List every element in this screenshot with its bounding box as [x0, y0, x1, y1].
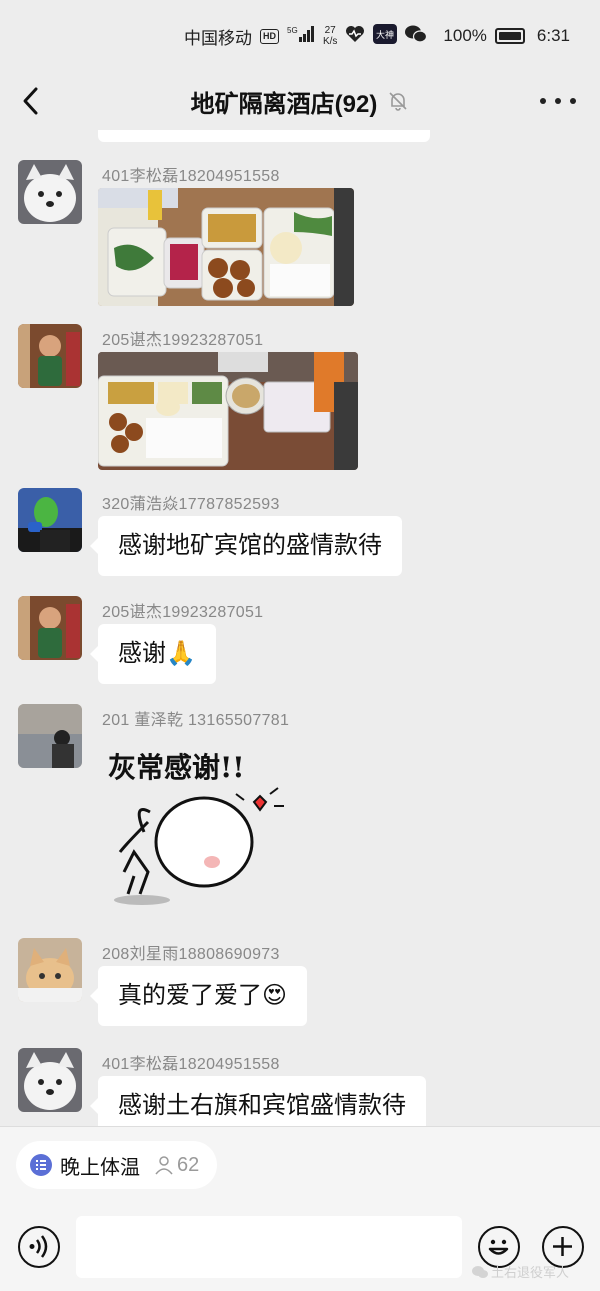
seaside-person-avatar[interactable]: [18, 704, 82, 768]
plus-icon: [553, 1237, 572, 1256]
previous-message-bubble: [98, 130, 430, 142]
carrier-label: 中国移动: [183, 28, 252, 48]
nav-bar: 地矿隔离酒店(92): [0, 72, 600, 130]
text-bubble[interactable]: 感谢🙏: [90, 624, 216, 684]
participant-count: 62: [154, 1154, 199, 1177]
cat-avatar[interactable]: [18, 938, 82, 1002]
blob-character-icon: [114, 787, 284, 905]
group-notice-chip[interactable]: 晚上体温 62: [16, 1141, 218, 1189]
dot-icon: [570, 98, 576, 104]
health-heart-icon: [345, 25, 365, 48]
text-bubble[interactable]: 感谢土右旗和宾馆盛情款待: [90, 1076, 426, 1126]
thankful-sticker[interactable]: 灰常感谢!!: [104, 742, 294, 912]
sender-name: 205谌杰19923287051: [102, 332, 264, 349]
more-options-button[interactable]: [540, 84, 576, 118]
hd-badge: HD: [259, 28, 279, 44]
food-photo-image[interactable]: [98, 352, 358, 470]
wechat-icon: [405, 25, 428, 48]
participant-count-value: 62: [177, 1153, 200, 1176]
chat-message-list[interactable]: 401李松磊18204951558 205谌杰19923287051 320蒲浩…: [0, 130, 600, 1126]
kid-avatar[interactable]: [18, 596, 82, 660]
input-bar: 土右退役军人: [0, 1206, 600, 1291]
signal-icon: 5G: [287, 25, 315, 48]
person-icon: [155, 1156, 173, 1175]
net-speed: 27 K/s: [323, 25, 337, 47]
app-badge-label: 大神: [376, 29, 394, 41]
watermark: 土右退役军人: [472, 1262, 569, 1281]
food-photo-image[interactable]: [98, 188, 354, 306]
dot-icon: [540, 98, 546, 104]
net-speed-value: 27: [324, 25, 336, 36]
sender-name: 320蒲浩焱17787852593: [102, 496, 280, 513]
white-dog-avatar[interactable]: [18, 160, 82, 224]
notice-label: 晚上体温: [60, 1156, 140, 1179]
battery-icon: [494, 28, 525, 44]
battery-percent: 100%: [443, 26, 487, 45]
clock: 6:31: [536, 26, 570, 45]
mute-bell-icon: [389, 92, 407, 111]
list-icon: [30, 1154, 52, 1176]
network-type: 5G: [287, 26, 298, 35]
message-input[interactable]: [76, 1216, 462, 1278]
watermark-text: 土右退役军人: [491, 1265, 570, 1280]
chevron-left-icon: [23, 87, 38, 115]
group-notice-bar: 晚上体温 62: [0, 1126, 600, 1206]
smile-icon: [488, 1239, 509, 1255]
kid-avatar[interactable]: [18, 324, 82, 388]
heart-eyes-emoji: 😍: [262, 982, 288, 1009]
sender-name: 205谌杰19923287051: [102, 604, 264, 621]
voice-icon: [29, 1235, 48, 1258]
app-badge-icon: 大神: [373, 23, 398, 49]
back-button[interactable]: [18, 84, 48, 118]
chat-title: 地矿隔离酒店(92): [190, 90, 378, 118]
dot-icon: [555, 98, 561, 104]
message-text: 感谢: [118, 640, 166, 667]
green-mask-avatar[interactable]: [18, 488, 82, 552]
sender-name: 401李松磊18204951558: [102, 168, 280, 185]
status-bar: 中国移动 HD 5G 27 K/s 大神 100% 6:31: [0, 0, 600, 72]
sender-name: 201 董泽乾 13165507781: [102, 712, 290, 729]
message-text: 真的爱了爱了: [118, 982, 262, 1009]
voice-input-button[interactable]: [18, 1226, 60, 1268]
text-bubble[interactable]: 感谢地矿宾馆的盛情款待: [90, 516, 402, 576]
pray-emoji: 🙏: [166, 640, 196, 667]
net-speed-unit: K/s: [322, 36, 338, 47]
sender-name: 208刘星雨18808690973: [102, 946, 280, 963]
sender-name: 401李松磊18204951558: [102, 1056, 280, 1073]
sticker-text: 灰常感谢!!: [108, 751, 245, 784]
wechat-official-icon: [472, 1265, 488, 1278]
white-dog-avatar[interactable]: [18, 1048, 82, 1112]
text-bubble[interactable]: 真的爱了爱了😍: [89, 966, 308, 1026]
